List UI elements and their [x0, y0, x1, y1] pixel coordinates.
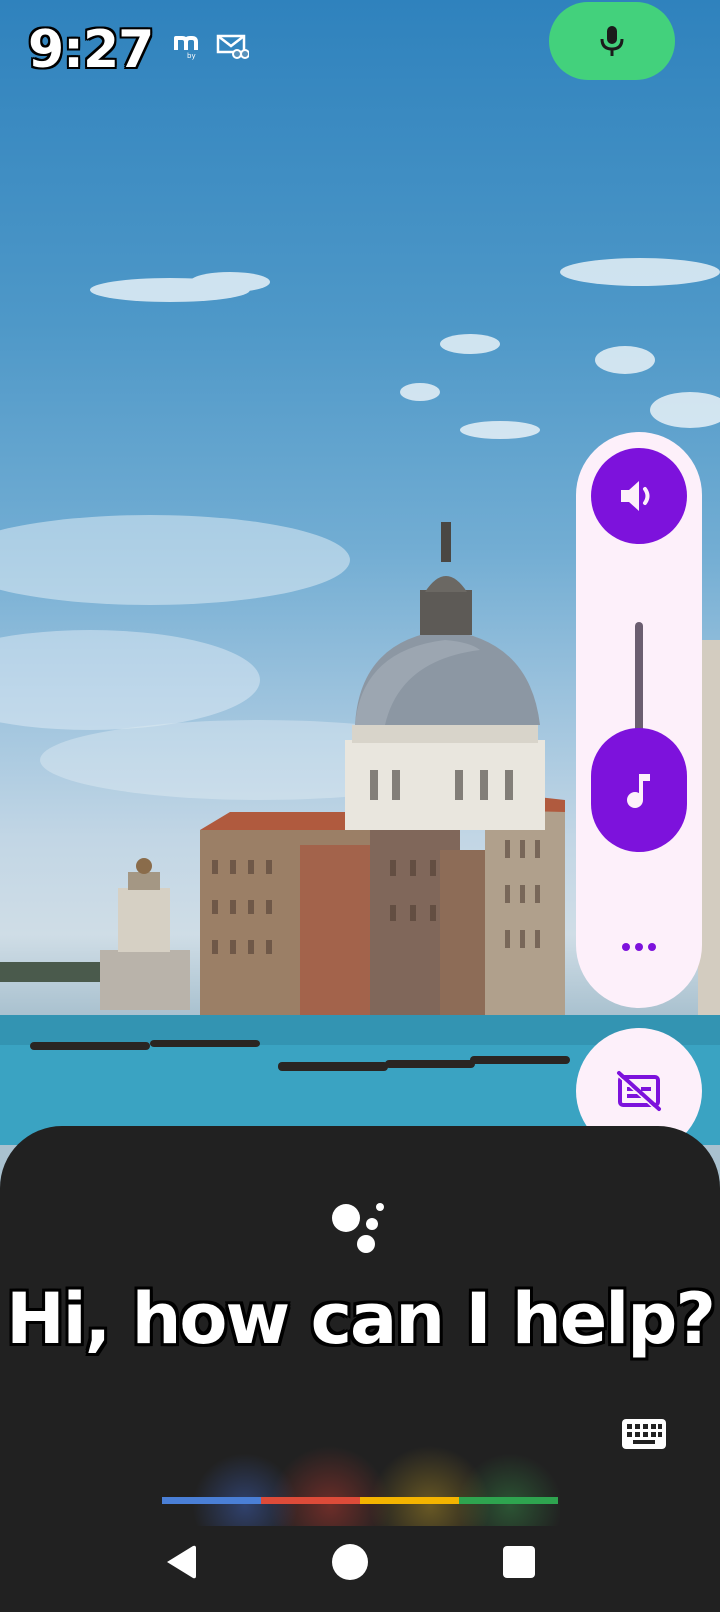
music-note-icon	[627, 774, 650, 808]
nav-back-button[interactable]	[156, 1538, 204, 1586]
google-assistant-icon	[332, 1203, 384, 1253]
volume-panel	[576, 432, 702, 1008]
nav-recents-button[interactable]	[495, 1538, 543, 1586]
status-clock: 9:27	[28, 20, 154, 80]
more-dots-icon	[622, 943, 630, 951]
ringer-mode-button[interactable]	[591, 448, 687, 544]
back-triangle-icon	[167, 1545, 196, 1579]
home-circle-icon	[332, 1544, 368, 1580]
media-volume-slider-thumb[interactable]	[591, 728, 687, 852]
assistant-greeting: Hi, how can I help?	[6, 1278, 716, 1360]
volume-more-button[interactable]	[614, 932, 664, 962]
volume-icon	[621, 481, 650, 511]
voice-glow	[160, 1396, 560, 1526]
voice-activity-bar	[162, 1497, 558, 1504]
m-app-icon: by	[174, 36, 198, 60]
recents-square-icon	[503, 1546, 535, 1578]
mic-icon	[600, 26, 624, 56]
caption-off-icon	[616, 1071, 661, 1112]
svg-text:by: by	[187, 52, 196, 60]
nav-home-button[interactable]	[326, 1538, 374, 1586]
keyboard-icon[interactable]	[620, 1416, 668, 1452]
mail-icon	[216, 34, 249, 59]
mic-indicator[interactable]	[549, 2, 675, 80]
